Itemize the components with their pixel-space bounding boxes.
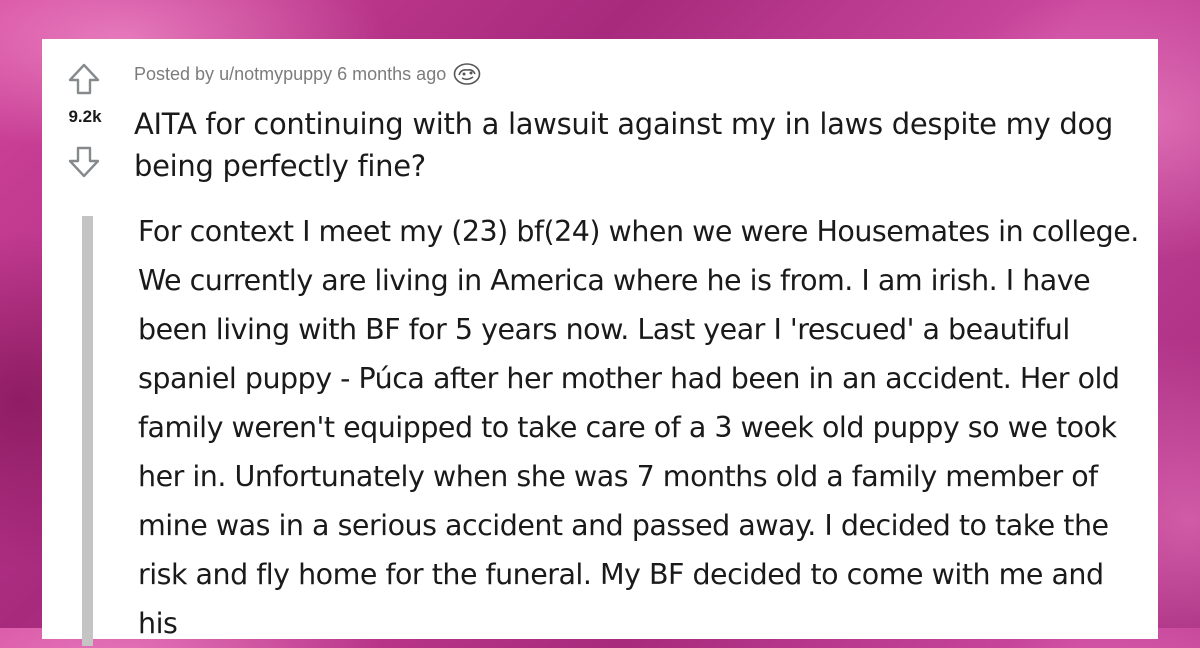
- post-timestamp[interactable]: 6 months ago: [337, 64, 446, 85]
- vote-column: 9.2k: [42, 39, 130, 239]
- post-title[interactable]: AITA for continuing with a lawsuit again…: [134, 103, 1154, 187]
- author-link[interactable]: u/notmypuppy: [219, 64, 332, 85]
- upvote-arrow-icon[interactable]: [66, 61, 102, 97]
- body-quote-bar: [82, 216, 93, 646]
- post-meta: Posted by u/notmypuppy 6 months ago: [134, 62, 482, 86]
- posted-by-label: Posted by: [134, 63, 215, 84]
- vote-score: 9.2k: [68, 107, 102, 126]
- post-card: 9.2k Posted by u/notmypuppy 6 months ago…: [42, 39, 1158, 646]
- downvote-arrow-icon[interactable]: [66, 144, 102, 180]
- award-icon[interactable]: [452, 62, 482, 86]
- post-body: For context I meet my (23) bf(24) when w…: [138, 215, 1139, 640]
